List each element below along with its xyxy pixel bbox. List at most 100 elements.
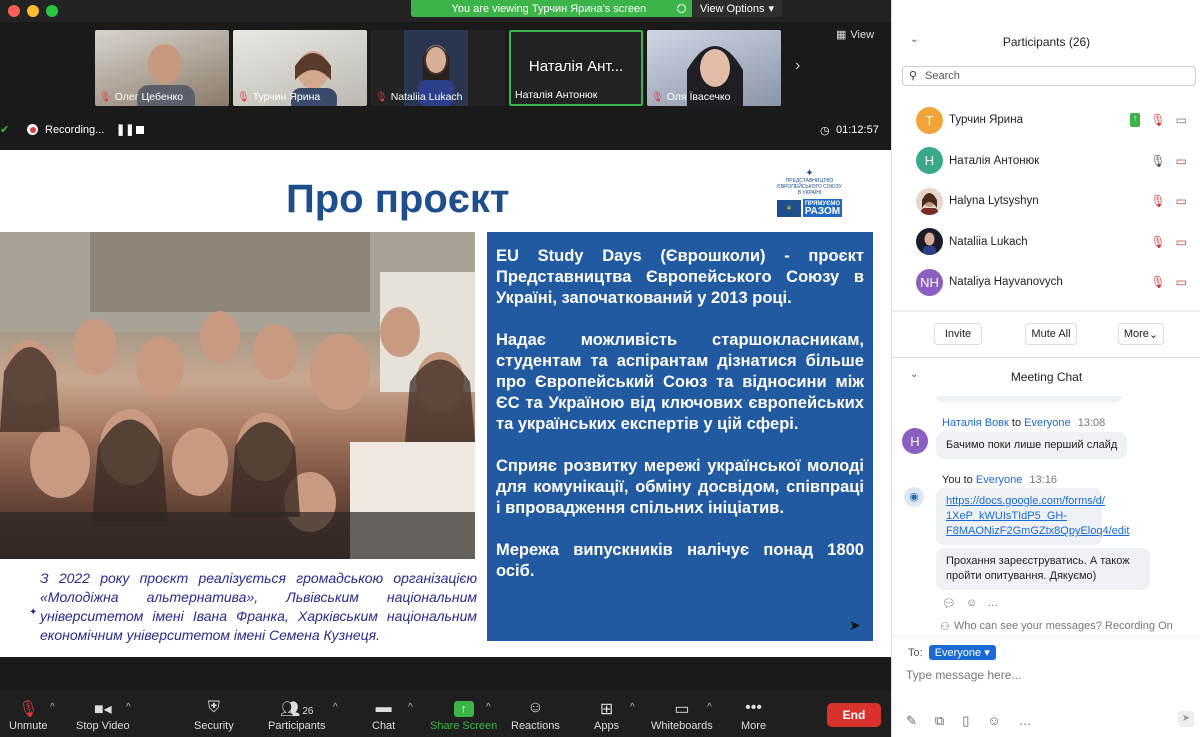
mic-icon[interactable]: 🎙︎ bbox=[1150, 154, 1165, 168]
chevron-up-icon[interactable]: ^ bbox=[630, 702, 635, 713]
screenshot-icon[interactable]: ⧉ bbox=[935, 713, 944, 729]
more-dots-icon[interactable]: … bbox=[1019, 713, 1032, 729]
emoji-icon[interactable]: ☺ bbox=[987, 713, 1000, 729]
person-icon: ⚇ bbox=[940, 621, 950, 633]
chat-bubble-icon: ▬ bbox=[375, 699, 392, 716]
participant-row[interactable]: Nataliia Lukach 🎙︎ ▭ bbox=[892, 222, 1200, 263]
end-meeting-button[interactable]: End bbox=[827, 703, 881, 727]
participant-display-name: Наталія Ант... bbox=[528, 58, 624, 75]
minimize-window-icon[interactable] bbox=[27, 5, 39, 17]
chevron-right-icon[interactable]: › bbox=[795, 57, 800, 75]
recording-bar: ✔ Recording... ❚❚ ◷ 01:12:57 bbox=[0, 122, 891, 138]
stop-recording-icon[interactable] bbox=[136, 126, 144, 134]
apps-button[interactable]: ⊞ Apps bbox=[594, 699, 619, 732]
muted-mic-icon[interactable]: 🎙︎ bbox=[1150, 113, 1165, 127]
message-sender[interactable]: Наталія Вовк bbox=[942, 417, 1009, 429]
add-reaction-icon[interactable]: ☺ bbox=[966, 597, 977, 610]
send-icon[interactable]: ➤ bbox=[1178, 711, 1194, 727]
video-thumbnail[interactable]: 🎙︎ Турчин Ярина bbox=[233, 30, 367, 106]
link-line[interactable]: https://docs.google.com/forms/d/ bbox=[946, 494, 1105, 509]
muted-mic-icon: 🎙︎ bbox=[237, 91, 250, 103]
video-off-icon[interactable]: ▭ bbox=[1176, 154, 1187, 168]
thumbnail-label: 🎙︎ Оля Ївасечко bbox=[651, 91, 730, 103]
chat-message-input[interactable]: Type message here... bbox=[906, 668, 1021, 682]
view-button[interactable]: ▦ View bbox=[836, 28, 874, 42]
mute-all-button[interactable]: Mute All bbox=[1025, 323, 1077, 345]
stop-video-button[interactable]: ■◂ Stop Video bbox=[76, 699, 130, 732]
logo-line: В УКРАЇНІ bbox=[797, 190, 822, 196]
previous-message-bubble bbox=[936, 396, 1122, 402]
chevron-up-icon[interactable]: ^ bbox=[707, 702, 712, 713]
video-off-icon[interactable]: ▭ bbox=[1176, 275, 1187, 289]
more-dots-icon[interactable]: … bbox=[987, 597, 998, 610]
more-participant-actions-button[interactable]: More ⌄ bbox=[1118, 323, 1164, 345]
participant-row[interactable]: Н Наталія Антонюк 🎙︎ ▭ bbox=[892, 141, 1200, 182]
file-icon[interactable]: ▯ bbox=[962, 713, 969, 729]
description-paragraph: Надає можливість старшокласникам, студен… bbox=[496, 331, 864, 433]
unmute-button[interactable]: 🎙︎ Unmute bbox=[9, 699, 48, 732]
video-off-icon[interactable]: ▭ bbox=[1176, 235, 1187, 249]
video-thumbnail[interactable]: 🎙︎ Nataliia Lukach bbox=[371, 30, 505, 106]
visibility-note[interactable]: Who can see your messages? Recording On bbox=[954, 620, 1173, 633]
share-status-icon bbox=[676, 4, 686, 13]
chevron-up-icon[interactable]: ^ bbox=[126, 702, 131, 713]
muted-mic-icon[interactable]: 🎙︎ bbox=[1150, 235, 1165, 249]
meeting-area: You are viewing Турчин Ярина's screen Vi… bbox=[0, 0, 891, 737]
maximize-window-icon[interactable] bbox=[46, 5, 58, 17]
banner-text: You are viewing Турчин Ярина's screen bbox=[451, 2, 647, 15]
video-thumbnail[interactable]: 🎙︎ Олег Цебенко bbox=[95, 30, 229, 106]
view-options-button[interactable]: View Options ▾ bbox=[691, 0, 782, 17]
pause-recording-icon[interactable]: ❚❚ bbox=[116, 123, 134, 136]
link-line[interactable]: F8MAONizF2GmGZtx8QpyEloq4/edit bbox=[946, 524, 1129, 539]
video-camera-icon[interactable]: ▭ bbox=[1176, 113, 1187, 127]
message-recipient: Everyone bbox=[1024, 417, 1071, 429]
apps-label: Apps bbox=[594, 720, 620, 732]
meeting-timer: 01:12:57 bbox=[836, 124, 879, 136]
description-paragraph: Сприяє розвитку мережі української молод… bbox=[496, 457, 864, 517]
message-header: You to Everyone 13:16 bbox=[942, 474, 1057, 486]
participant-row[interactable]: Т Турчин Ярина ↑ 🎙︎ ▭ bbox=[892, 100, 1200, 141]
muted-mic-icon: 🎙︎ bbox=[18, 701, 39, 718]
message-header: Наталія Вовк to Everyone 13:08 bbox=[942, 417, 1105, 429]
participant-row[interactable]: NH Nataliya Hayvanovych 🎙︎ ▭ bbox=[892, 262, 1200, 303]
more-button[interactable]: ••• More bbox=[741, 699, 766, 732]
recipient-selector: To: Everyone ▾ bbox=[908, 645, 996, 660]
shield-check-icon: ✔ bbox=[0, 124, 10, 136]
video-thumbnail[interactable]: 🎙︎ Оля Ївасечко bbox=[647, 30, 781, 106]
chevron-up-icon[interactable]: ^ bbox=[408, 702, 413, 713]
video-camera-icon: ■◂ bbox=[93, 701, 112, 718]
chat-title: Meeting Chat bbox=[1010, 370, 1083, 384]
meeting-toolbar: 🎙︎ Unmute ^ ■◂ Stop Video ^ ⛨ Security 👥︎ 26… bbox=[0, 691, 891, 737]
chevron-up-icon[interactable]: ^ bbox=[50, 702, 55, 713]
thumbnail-label: Наталія Антонюк bbox=[515, 89, 597, 101]
chevron-up-icon[interactable]: ^ bbox=[486, 702, 491, 713]
video-thumbnail-active-speaker[interactable]: Наталія Ант... Наталія Антонюк bbox=[509, 30, 643, 106]
avatar-photo bbox=[923, 232, 936, 256]
chat-message-link[interactable]: https://docs.google.com/forms/d/ 1XeP_kW… bbox=[936, 488, 1129, 545]
invite-button[interactable]: Invite bbox=[934, 323, 982, 345]
reactions-label: Reactions bbox=[511, 720, 560, 732]
apps-grid-icon: ⊞ bbox=[599, 701, 614, 718]
chat-label: Chat bbox=[372, 720, 396, 732]
security-button[interactable]: ⛨ Security bbox=[194, 699, 234, 732]
chat-message: Прохання зареєструватись. А також пройти… bbox=[936, 548, 1150, 590]
chat-button[interactable]: ▬ Chat bbox=[372, 699, 395, 732]
format-icon[interactable]: ✎ bbox=[906, 713, 917, 729]
participant-row[interactable]: Halyna Lytsyshyn 🎙︎ ▭ bbox=[892, 181, 1200, 222]
message-time: 13:08 bbox=[1077, 417, 1106, 429]
close-window-icon[interactable] bbox=[8, 5, 20, 17]
chevron-up-icon[interactable]: ^ bbox=[333, 702, 338, 713]
participant-name: Halyna Lytsyshyn bbox=[949, 195, 1039, 208]
more-label: More bbox=[741, 720, 767, 732]
link-line[interactable]: 1XeP_kWUIsTIdP5_GH- bbox=[946, 509, 1092, 524]
participants-button[interactable]: 👥︎ 26 Participants bbox=[268, 699, 325, 732]
participant-search-input[interactable]: ⚲ Search bbox=[902, 66, 1196, 86]
share-screen-label: Share Screen bbox=[430, 720, 498, 732]
whiteboards-button[interactable]: ▭ Whiteboards bbox=[651, 699, 713, 732]
reactions-button[interactable]: ☺ Reactions bbox=[511, 699, 560, 732]
reply-icon[interactable]: 💬︎ bbox=[942, 597, 956, 610]
video-off-icon[interactable]: ▭ bbox=[1176, 194, 1187, 208]
muted-mic-icon[interactable]: 🎙︎ bbox=[1150, 194, 1165, 208]
muted-mic-icon[interactable]: 🎙︎ bbox=[1150, 275, 1165, 289]
recipient-dropdown[interactable]: Everyone ▾ bbox=[928, 645, 996, 660]
